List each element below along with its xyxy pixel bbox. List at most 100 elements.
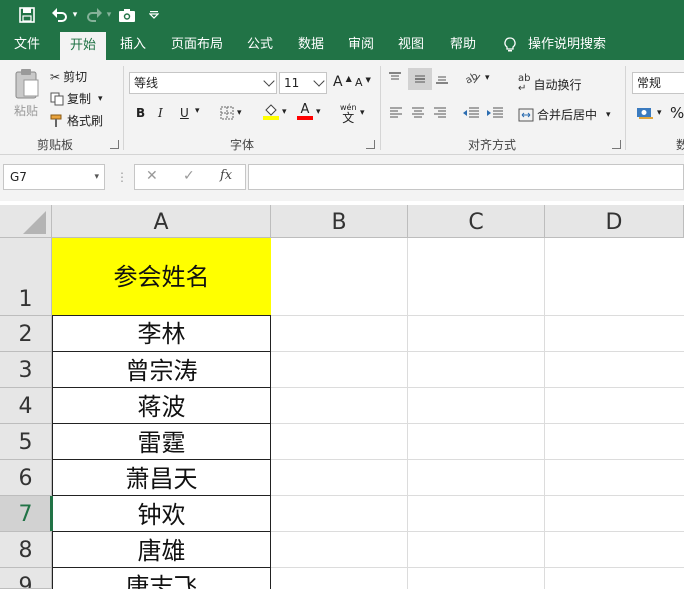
paste-button[interactable]: 粘贴 (8, 68, 44, 119)
tab-data[interactable]: 数据 (289, 30, 333, 60)
tab-help[interactable]: 帮助 (441, 30, 485, 60)
cell-a7[interactable]: 钟欢 (52, 495, 271, 532)
cell-a9[interactable]: 唐志飞 (52, 567, 271, 589)
redo-dropdown-icon[interactable]: ▾ (104, 4, 114, 26)
chevron-down-icon[interactable]: ▾ (237, 108, 242, 118)
tab-view[interactable]: 视图 (389, 30, 433, 60)
cell-a2[interactable]: 李林 (52, 315, 271, 352)
align-right-button[interactable] (432, 106, 448, 120)
redo-icon[interactable] (84, 4, 106, 26)
italic-button[interactable]: I (158, 106, 163, 120)
clipboard-launcher-icon[interactable] (110, 140, 119, 149)
insert-function-icon[interactable]: fx (220, 168, 232, 183)
underline-dropdown-icon[interactable]: ▾ (195, 106, 200, 116)
font-name-select[interactable]: 等线 (129, 72, 277, 94)
top-align-button[interactable] (387, 70, 403, 86)
column-header-c[interactable]: C (408, 205, 545, 238)
column-header-d[interactable]: D (545, 205, 684, 238)
border-button[interactable]: ▾ (220, 106, 242, 120)
tab-review[interactable]: 审阅 (339, 30, 383, 60)
phonetic-guide-button[interactable]: wén 文 (340, 102, 357, 124)
cell-a6[interactable]: 萧昌天 (52, 459, 271, 496)
align-left-button[interactable] (388, 106, 404, 120)
row-header-4[interactable]: 4 (0, 388, 52, 424)
undo-icon[interactable] (48, 4, 70, 26)
enter-icon[interactable]: ✓ (183, 168, 195, 184)
bold-button[interactable]: B (136, 106, 145, 120)
column-header-a[interactable]: A (52, 205, 271, 238)
lightbulb-icon[interactable] (500, 30, 520, 60)
format-painter-button[interactable]: 格式刷 (50, 112, 103, 129)
tab-file[interactable]: 文件 (4, 30, 50, 60)
border-icon (220, 106, 234, 120)
save-icon[interactable] (16, 4, 38, 26)
number-format-value: 常规 (637, 76, 662, 90)
tell-me-search[interactable]: 操作说明搜索 (528, 30, 608, 60)
name-box[interactable]: G7 ▾ (3, 164, 105, 190)
grow-font-icon: A (333, 74, 343, 90)
undo-dropdown-icon[interactable]: ▾ (70, 4, 80, 26)
merge-cells-icon (518, 108, 534, 121)
phonetic-dropdown-icon[interactable]: ▾ (360, 108, 365, 118)
select-all-button[interactable] (0, 205, 52, 238)
chevron-down-icon[interactable]: ▾ (657, 108, 662, 118)
chevron-down-icon[interactable]: ▾ (485, 73, 490, 83)
font-group-label: 字体 (229, 138, 254, 152)
camera-icon[interactable] (116, 4, 138, 26)
underline-button[interactable]: U (180, 106, 189, 120)
row-header-9[interactable]: 9 (0, 568, 52, 589)
middle-align-button[interactable] (408, 68, 432, 90)
cell-a5[interactable]: 雷霆 (52, 423, 271, 460)
accounting-format-button[interactable]: ▾ (636, 106, 662, 120)
align-center-button[interactable] (410, 106, 426, 120)
formula-input[interactable] (248, 164, 684, 190)
copy-button[interactable]: 复制 ▾ (50, 90, 103, 107)
cancel-icon[interactable]: ✕ (146, 168, 158, 184)
cell-a1[interactable]: 参会姓名 (52, 238, 271, 316)
font-launcher-icon[interactable] (366, 140, 375, 149)
row-header-5[interactable]: 5 (0, 424, 52, 460)
cell-a8[interactable]: 唐雄 (52, 531, 271, 568)
row-header-6[interactable]: 6 (0, 460, 52, 496)
name-box-value: G7 (10, 170, 27, 184)
font-color-button[interactable]: A ▾ (297, 103, 321, 120)
merge-center-button[interactable]: 合并后居中 ▾ (518, 106, 611, 123)
orientation-button[interactable]: ab ▾ (464, 70, 490, 86)
row-header-8[interactable]: 8 (0, 532, 52, 568)
shrink-font-button[interactable]: A ▼ (355, 76, 371, 90)
chevron-down-icon[interactable]: ▾ (282, 107, 287, 117)
decrease-indent-button[interactable] (462, 106, 480, 120)
ribbon: 粘贴 ✂ 剪切 复制 ▾ 格式刷 剪贴板 等线 11 A ▲ A ▼ B I U ▾… (0, 60, 684, 155)
cell-a4[interactable]: 蒋波 (52, 387, 271, 424)
chevron-down-icon[interactable]: ▾ (606, 110, 611, 120)
increase-indent-button[interactable] (486, 106, 504, 120)
tab-formulas[interactable]: 公式 (238, 30, 282, 60)
chevron-down-icon[interactable]: ▾ (94, 165, 99, 189)
cell-a3[interactable]: 曾宗涛 (52, 351, 271, 388)
number-format-select[interactable]: 常规 (632, 72, 684, 94)
row-header-1[interactable]: 1 (0, 238, 52, 316)
bottom-align-button[interactable] (434, 70, 450, 86)
chevron-down-icon[interactable]: ▾ (98, 94, 103, 104)
row-header-2[interactable]: 2 (0, 316, 52, 352)
font-size-select[interactable]: 11 (279, 72, 327, 94)
more-options-icon[interactable]: ⋮ (116, 170, 128, 184)
tab-home[interactable]: 开始 (60, 32, 106, 60)
cut-label: 剪切 (63, 70, 88, 84)
tab-page-layout[interactable]: 页面布局 (166, 30, 228, 60)
clipboard-group-label: 剪贴板 (36, 138, 73, 152)
column-header-b[interactable]: B (271, 205, 408, 238)
grow-font-button[interactable]: A ▲ (333, 74, 352, 91)
percent-button[interactable]: % (670, 104, 684, 122)
row-header-3[interactable]: 3 (0, 352, 52, 388)
cut-button[interactable]: ✂ 剪切 (50, 68, 87, 85)
selected-row-indicator (50, 496, 53, 531)
alignment-launcher-icon[interactable] (612, 140, 621, 149)
customize-toolbar-icon[interactable] (146, 4, 162, 26)
fill-color-button[interactable]: ▾ (263, 104, 287, 120)
chevron-down-icon[interactable]: ▾ (316, 107, 321, 117)
title-bar: ▾ ▾ (0, 0, 684, 30)
wrap-text-button[interactable]: ab ↵ 自动换行 (518, 74, 582, 94)
tab-insert[interactable]: 插入 (110, 30, 156, 60)
row-header-7[interactable]: 7 (0, 496, 52, 532)
